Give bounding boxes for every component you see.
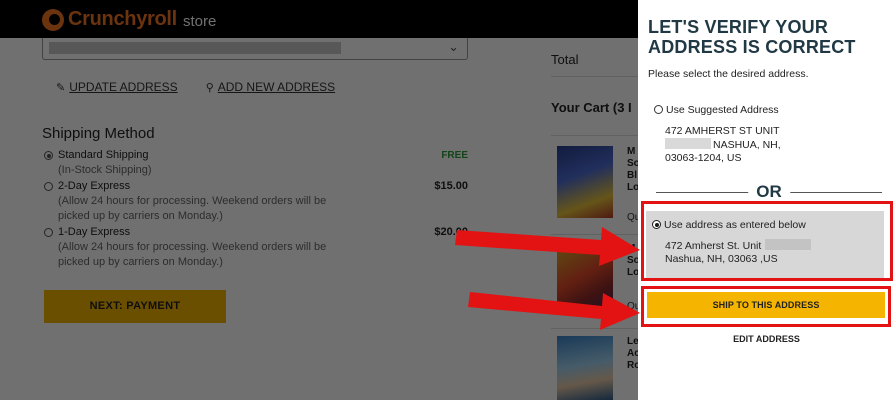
address-line: 472 Amherst St. Unit: [665, 240, 762, 252]
shipping-option-note: (Allow 24 hours for processing. Weekend …: [58, 195, 327, 222]
product-thumbnail[interactable]: [557, 336, 613, 400]
address-line: NASHUA, NH,: [713, 139, 781, 151]
shipping-option-note: (Allow 24 hours for processing. Weekend …: [58, 241, 327, 268]
update-address-link[interactable]: ✎ UPDATE ADDRESS: [56, 80, 178, 94]
shipping-option-2-day[interactable]: 2-Day Express (Allow 24 hours for proces…: [44, 179, 468, 224]
address-line: 472 AMHERST ST UNIT: [665, 125, 780, 137]
brand-name: Crunchyroll: [68, 8, 177, 30]
brand-store-label: store: [182, 13, 217, 30]
chevron-down-icon: ⌄: [448, 39, 459, 54]
ship-to-this-address-button[interactable]: SHIP TO THIS ADDRESS: [647, 292, 885, 318]
shipping-option-standard[interactable]: Standard Shipping (In-Stock Shipping) FR…: [44, 148, 468, 178]
product-thumbnail[interactable]: [557, 243, 613, 315]
location-pin-icon: ⚲: [205, 82, 214, 94]
order-total-label: Total: [551, 52, 579, 67]
divider: [551, 76, 641, 77]
edit-icon: ✎: [56, 82, 66, 94]
modal-subtitle: Please select the desired address.: [648, 68, 809, 80]
radio-unselected[interactable]: [44, 182, 53, 191]
cart-title: Your Cart (3 I: [551, 100, 632, 115]
address-line: Nashua, NH, 03063 ,US: [665, 253, 778, 265]
address-select[interactable]: ⌄: [42, 38, 468, 60]
divider: [551, 234, 641, 235]
shipping-option-price: $15.00: [434, 180, 468, 192]
divider: [551, 328, 641, 329]
divider: [551, 135, 641, 136]
next-payment-button[interactable]: NEXT: PAYMENT: [44, 290, 226, 323]
update-address-label[interactable]: UPDATE ADDRESS: [69, 80, 177, 94]
suggested-address: 472 AMHERST ST UNIT NASHUA, NH, 03063-12…: [665, 125, 781, 165]
modal-title: LET'S VERIFY YOUR ADDRESS IS CORRECT: [648, 17, 856, 57]
or-separator: OR: [656, 182, 882, 202]
shipping-option-label: 1-Day Express: [58, 226, 131, 238]
entered-address-choice[interactable]: Use address as entered below: [652, 219, 806, 231]
suggested-address-label: Use Suggested Address: [666, 104, 779, 116]
cart-item[interactable]: Le Ac Ro Qu: [557, 336, 641, 400]
add-new-address-link[interactable]: ⚲ ADD NEW ADDRESS: [206, 80, 335, 94]
crunchyroll-logo-icon: [42, 8, 64, 31]
radio-selected[interactable]: [652, 220, 661, 229]
shipping-method-title: Shipping Method: [42, 125, 155, 142]
cart-item[interactable]: M So Bl Lo Qu: [557, 146, 641, 226]
shipping-option-1-day[interactable]: 1-Day Express (Allow 24 hours for proces…: [44, 225, 468, 270]
redacted-address: [665, 138, 711, 149]
edit-address-link[interactable]: EDIT ADDRESS: [638, 334, 895, 344]
shipping-option-label: Standard Shipping: [58, 149, 149, 161]
address-links: ✎ UPDATE ADDRESS ⚲ ADD NEW ADDRESS: [56, 80, 335, 94]
shipping-option-note: (In-Stock Shipping): [58, 164, 152, 176]
cart-item[interactable]: M So Lo Qu: [557, 243, 641, 323]
or-label: OR: [748, 182, 790, 202]
redacted-address: [765, 239, 812, 250]
radio-unselected[interactable]: [44, 228, 53, 237]
crunchyroll-logo[interactable]: Crunchyroll store: [42, 8, 216, 31]
add-new-address-label[interactable]: ADD NEW ADDRESS: [218, 80, 335, 94]
shipping-option-price: FREE: [441, 150, 468, 161]
product-thumbnail[interactable]: [557, 146, 613, 218]
suggested-address-option[interactable]: Use Suggested Address: [654, 104, 779, 116]
radio-unselected[interactable]: [654, 105, 663, 114]
address-line: 03063-1204, US: [665, 152, 742, 164]
shipping-option-label: 2-Day Express: [58, 180, 131, 192]
radio-selected[interactable]: [44, 151, 53, 160]
entered-address-option[interactable]: Use address as entered below 472 Amherst…: [646, 211, 884, 278]
shipping-option-price: $20.00: [434, 226, 468, 238]
shipping-options: Standard Shipping (In-Stock Shipping) FR…: [44, 148, 468, 271]
entered-address-label: Use address as entered below: [664, 219, 806, 231]
redacted-address: [49, 42, 341, 54]
entered-address: 472 Amherst St. Unit Nashua, NH, 03063 ,…: [665, 239, 813, 266]
